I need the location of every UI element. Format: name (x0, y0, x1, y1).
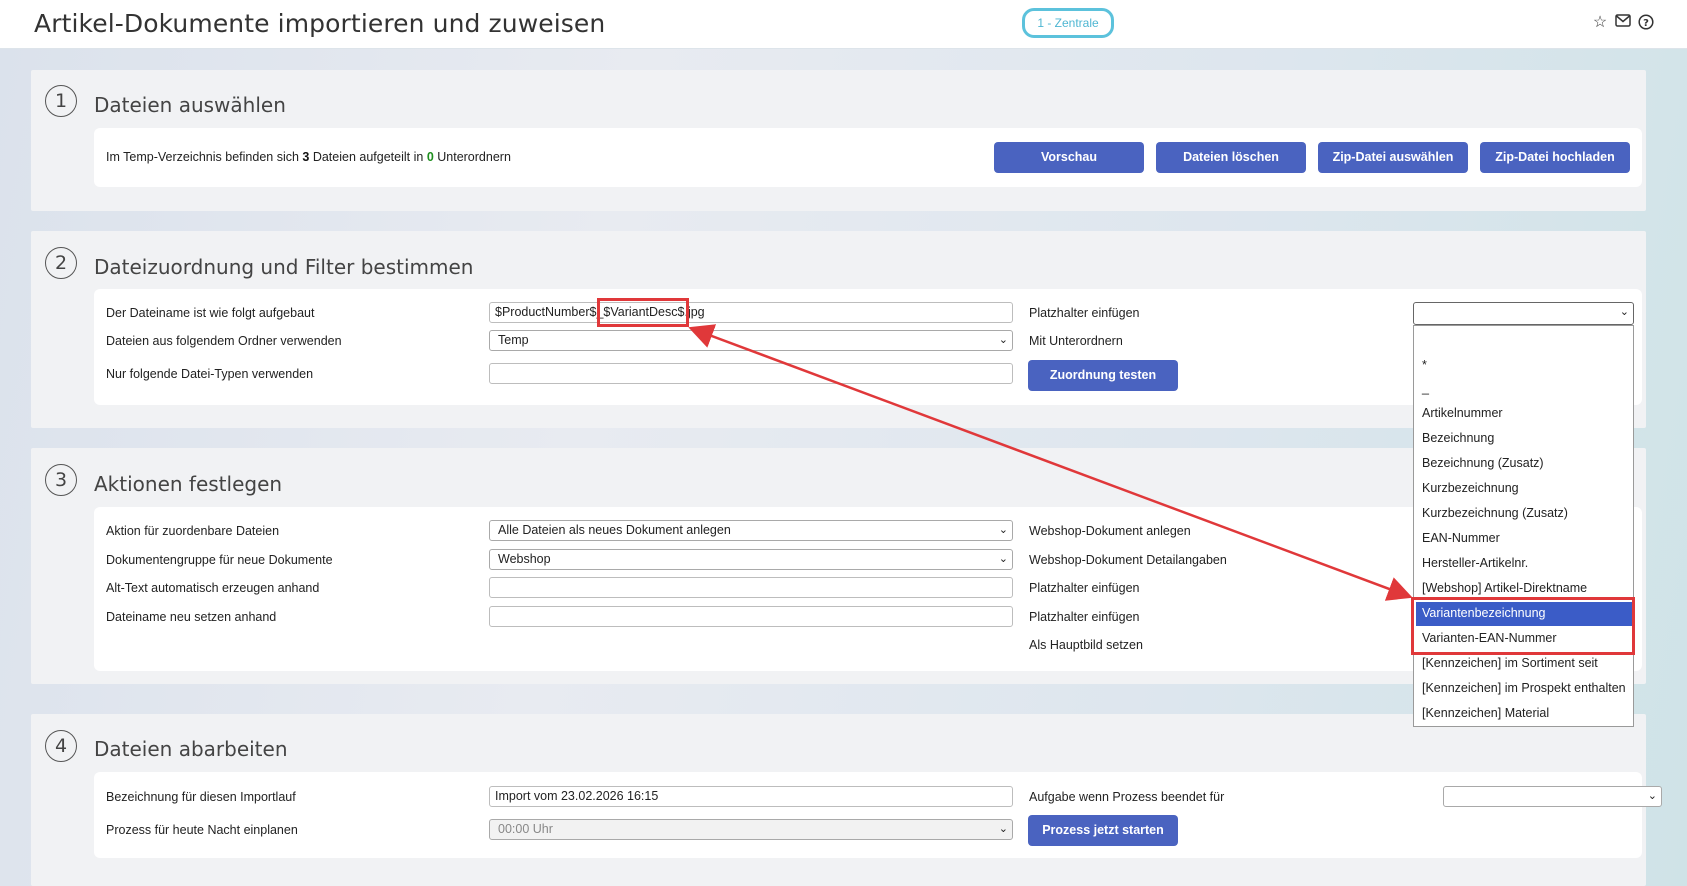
step-number: 2 (45, 247, 77, 279)
dropdown-option[interactable]: Hersteller-Artikelnr. (1422, 556, 1528, 570)
section-process: 4 Dateien abarbeiten Bezeichnung für die… (31, 714, 1662, 886)
dropdown-option[interactable]: [Webshop] Artikel-Direktname (1422, 581, 1587, 595)
placeholder-label: Platzhalter einfügen (1029, 610, 1140, 624)
step-number: 4 (45, 730, 77, 762)
document-group-select[interactable]: Webshop ⌄ (489, 549, 1013, 570)
placeholder-select[interactable]: ⌄ (1413, 302, 1634, 325)
svg-text:?: ? (1643, 18, 1649, 29)
dropdown-option[interactable]: Artikelnummer (1422, 406, 1503, 420)
document-group-label: Dokumentengruppe für neue Dokumente (106, 553, 333, 567)
action-select[interactable]: Alle Dateien als neues Dokument anlegen ⌄ (489, 520, 1013, 541)
dropdown-option[interactable]: [Kennzeichen] Material (1422, 706, 1549, 720)
schedule-label: Prozess für heute Nacht einplanen (106, 823, 298, 837)
dropdown-option[interactable]: _ (1422, 381, 1429, 395)
webshop-document-label: Webshop-Dokument anlegen (1029, 524, 1191, 538)
dropdown-option[interactable]: [Kennzeichen] im Prospekt enthalten (1422, 681, 1626, 695)
placeholder-label: Platzhalter einfügen (1029, 306, 1140, 320)
dropdown-option[interactable]: Kurzbezeichnung (Zusatz) (1422, 506, 1568, 520)
mail-icon[interactable] (1614, 14, 1632, 32)
chevron-down-icon: ⌄ (998, 524, 1008, 536)
mapping-card: Der Dateiname ist wie folgt aufgebaut $P… (94, 289, 1642, 405)
folder-label: Dateien aus folgendem Ordner verwenden (106, 334, 342, 348)
action-label: Aktion für zuordenbare Dateien (106, 524, 280, 538)
process-card: Bezeichnung für diesen Importlauf Import… (94, 772, 1662, 858)
files-card: Im Temp-Verzeichnis befinden sich 3 Date… (94, 128, 1642, 187)
alt-text-label: Alt-Text automatisch erzeugen anhand (106, 581, 320, 595)
section-title: Aktionen festlegen (94, 472, 283, 496)
webshop-details-label: Webshop-Dokument Detailangaben (1029, 553, 1227, 567)
task-label: Aufgabe wenn Prozess beendet für (1029, 790, 1225, 804)
chevron-down-icon: ⌄ (1619, 306, 1629, 318)
chevron-down-icon: ⌄ (998, 334, 1008, 346)
placeholder-label: Platzhalter einfügen (1029, 581, 1140, 595)
delete-files-button[interactable]: Dateien löschen (1156, 142, 1306, 173)
highlight-variant-options-box (1411, 597, 1635, 655)
file-types-label: Nur folgende Datei-Typen verwenden (106, 367, 314, 381)
help-icon[interactable]: ? (1637, 14, 1655, 32)
file-types-input[interactable] (489, 363, 1013, 384)
schedule-select[interactable]: 00:00 Uhr ⌄ (489, 819, 1013, 840)
dropdown-option[interactable]: Bezeichnung (Zusatz) (1422, 456, 1544, 470)
task-select[interactable]: ⌄ (1443, 786, 1662, 807)
top-bar: Artikel-Dokumente importieren und zuweis… (0, 0, 1687, 49)
highlight-variantdesc-box (597, 298, 689, 327)
choose-zip-button[interactable]: Zip-Datei auswählen (1318, 142, 1468, 173)
section-title: Dateizuordnung und Filter bestimmen (94, 255, 474, 279)
alt-text-input[interactable] (489, 577, 1013, 598)
folder-select[interactable]: Temp ⌄ (489, 330, 1013, 351)
subfolders-label: Mit Unterordnern (1029, 334, 1123, 348)
dropdown-option[interactable]: EAN-Nummer (1422, 531, 1500, 545)
section-file-mapping: 2 Dateizuordnung und Filter bestimmen De… (31, 231, 1646, 428)
section-select-files: 1 Dateien auswählen Im Temp-Verzeichnis … (31, 70, 1646, 211)
actions-card: Aktion für zuordenbare Dateien Alle Date… (94, 507, 1642, 671)
chevron-down-icon: ⌄ (998, 553, 1008, 565)
upload-zip-button[interactable]: Zip-Datei hochladen (1480, 142, 1630, 173)
section-title: Dateien abarbeiten (94, 737, 288, 761)
filename-label: Der Dateiname ist wie folgt aufgebaut (106, 306, 315, 320)
main-image-label: Als Hauptbild setzen (1029, 638, 1143, 652)
star-icon[interactable]: ☆ (1591, 14, 1609, 32)
import-name-input[interactable]: Import vom 23.02.2026 16:15 (489, 786, 1013, 807)
step-number: 1 (45, 85, 77, 117)
dropdown-option[interactable]: [Kennzeichen] im Sortiment seit (1422, 656, 1598, 670)
filename-pattern-input[interactable]: $ProductNumber$_$VariantDesc$.jpg (489, 302, 1013, 323)
test-mapping-button[interactable]: Zuordnung testen (1028, 360, 1178, 391)
preview-button[interactable]: Vorschau (994, 142, 1144, 173)
chevron-down-icon: ⌄ (1647, 790, 1657, 802)
start-process-button[interactable]: Prozess jetzt starten (1028, 815, 1178, 846)
dropdown-option[interactable]: * (1422, 358, 1427, 372)
dropdown-option[interactable]: Bezeichnung (1422, 431, 1494, 445)
section-actions: 3 Aktionen festlegen Aktion für zuordenb… (31, 448, 1646, 684)
chevron-down-icon: ⌄ (998, 823, 1008, 835)
branch-badge[interactable]: 1 - Zentrale (1022, 8, 1114, 38)
rename-input[interactable] (489, 606, 1013, 627)
import-name-label: Bezeichnung für diesen Importlauf (106, 790, 296, 804)
section-title: Dateien auswählen (94, 93, 286, 117)
dropdown-option[interactable]: Kurzbezeichnung (1422, 481, 1519, 495)
placeholder-dropdown-list: * _ Artikelnummer Bezeichnung Bezeichnun… (1413, 325, 1634, 727)
rename-label: Dateiname neu setzen anhand (106, 610, 277, 624)
page-title: Artikel-Dokumente importieren und zuweis… (34, 9, 606, 38)
step-number: 3 (45, 464, 77, 496)
temp-info-text: Im Temp-Verzeichnis befinden sich 3 Date… (106, 150, 511, 164)
